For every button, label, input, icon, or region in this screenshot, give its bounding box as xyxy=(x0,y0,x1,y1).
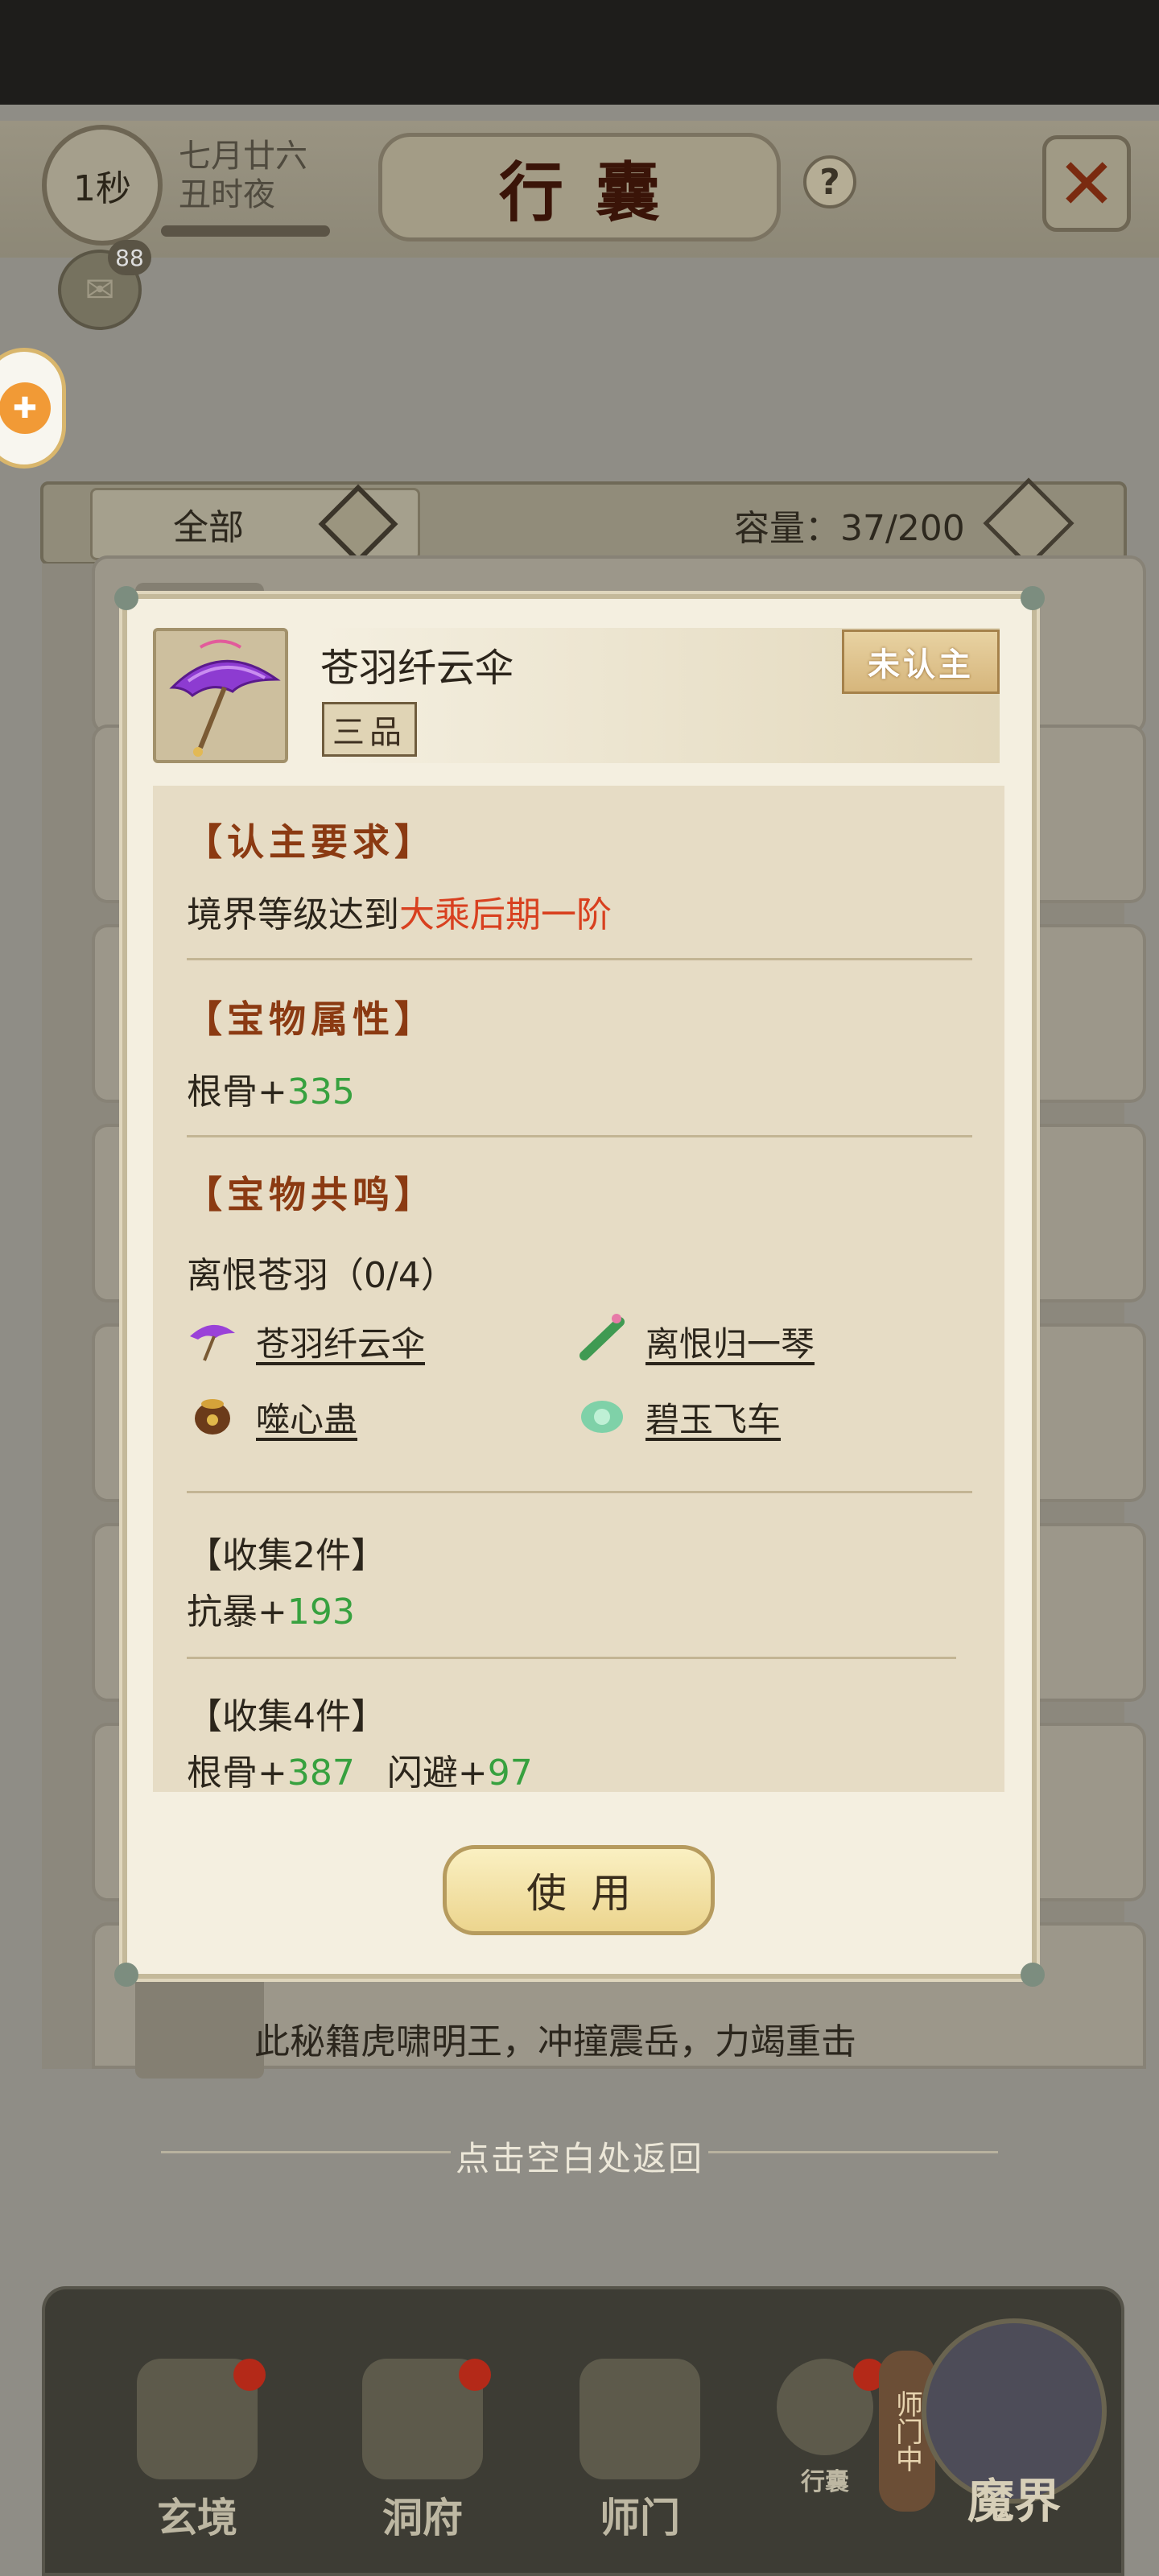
bonus4-value-1: 387 xyxy=(287,1752,355,1794)
corner-ornament xyxy=(114,586,138,610)
capacity-value: 37/200 xyxy=(840,508,965,549)
portal-mojie[interactable]: 魔界 xyxy=(909,2318,1119,2560)
bonus2-name: 抗暴+ xyxy=(187,1591,287,1633)
time-progress-bar xyxy=(161,225,330,237)
timer-clock[interactable]: 1秒 xyxy=(42,125,163,246)
floating-gamepad-button[interactable]: ✚ xyxy=(0,348,66,469)
attribute-name: 根骨+ xyxy=(187,1071,287,1113)
bonus4-name-2: 闪避+ xyxy=(386,1752,488,1794)
bonus4-line: 根骨+387 闪避+97 xyxy=(187,1744,533,1795)
set-item-link[interactable]: 碧玉飞车 xyxy=(645,1393,781,1442)
chat-badge: 88 xyxy=(108,240,151,275)
requirement-title: 【认主要求】 xyxy=(185,820,436,864)
nav-shimen[interactable]: 师门 xyxy=(563,2359,716,2568)
nav-label: 洞府 xyxy=(382,2494,463,2541)
set-item-link[interactable]: 离恨归一琴 xyxy=(645,1317,815,1366)
date-line-1: 七月廿六 xyxy=(179,138,307,175)
bonus4-value-2: 97 xyxy=(487,1752,533,1794)
page-title: 行囊 xyxy=(378,133,781,242)
requirement-prefix: 境界等级达到 xyxy=(187,894,399,935)
umbrella-icon xyxy=(153,628,288,763)
divider xyxy=(187,1135,972,1137)
portal-label: 魔界 xyxy=(967,2474,1061,2529)
gu-jar-icon xyxy=(195,1399,230,1435)
nav-dongfu[interactable]: 洞府 xyxy=(346,2359,499,2568)
requirement-value: 大乘后期一阶 xyxy=(399,894,612,935)
alert-dot xyxy=(233,2359,266,2391)
bonus4-name-1: 根骨+ xyxy=(187,1752,287,1794)
capacity-display: 容量：37/200 xyxy=(734,499,965,551)
date-line-2: 丑时夜 xyxy=(179,176,275,213)
item-name: 苍羽纤云伞 xyxy=(320,646,514,691)
use-button[interactable]: 使用 xyxy=(443,1845,715,1935)
jade-chariot-icon xyxy=(581,1401,623,1433)
grade-badge: 三品 xyxy=(322,702,417,757)
attributes-title: 【宝物属性】 xyxy=(185,997,436,1041)
set-item-link[interactable]: 苍羽纤云伞 xyxy=(256,1317,425,1366)
item-description: 此秘籍虎啸明王，冲撞震岳，力竭重击 xyxy=(254,2021,856,2062)
close-button[interactable]: ✕ xyxy=(1042,135,1131,232)
nav-label: 师门 xyxy=(600,2494,680,2541)
bonus2-value: 193 xyxy=(287,1591,355,1633)
divider xyxy=(187,958,972,960)
nav-label: 玄境 xyxy=(157,2494,237,2541)
resonance-title: 【宝物共鸣】 xyxy=(185,1173,436,1216)
capacity-label: 容量： xyxy=(734,508,840,549)
requirement-text: 境界等级达到大乘后期一阶 xyxy=(187,886,612,937)
divider xyxy=(187,1657,956,1659)
gamepad-icon: ✚ xyxy=(0,382,51,434)
umbrella-icon xyxy=(190,1324,235,1361)
corner-ornament xyxy=(114,1963,138,1987)
bonus4-title: 【收集4件】 xyxy=(187,1696,386,1737)
timer-text: 1秒 xyxy=(73,168,131,209)
corner-ornament xyxy=(1021,1963,1045,1987)
set-item-link[interactable]: 噬心蛊 xyxy=(256,1393,357,1442)
banner-icon xyxy=(580,2359,700,2479)
close-x-icon: ✕ xyxy=(1057,142,1116,225)
qin-instrument-icon xyxy=(580,1314,625,1360)
date-display: 七月廿六 丑时夜 xyxy=(179,137,307,214)
bonus2-title: 【收集2件】 xyxy=(187,1535,386,1576)
set-name: 离恨苍羽（0/4） xyxy=(187,1255,456,1296)
attribute-value: 335 xyxy=(287,1071,355,1113)
divider xyxy=(187,1491,972,1493)
attribute-line: 根骨+335 xyxy=(187,1063,355,1114)
corner-ornament xyxy=(1021,586,1045,610)
alert-dot xyxy=(459,2359,491,2391)
nav-xuanjing[interactable]: 玄境 xyxy=(121,2359,274,2568)
back-hint[interactable]: 点击空白处返回 xyxy=(0,2132,1159,2181)
help-icon[interactable]: ? xyxy=(803,155,856,208)
status-badge: 未认主 xyxy=(842,630,1000,694)
bonus2-line: 抗暴+193 xyxy=(187,1583,355,1634)
filter-selected: 全部 xyxy=(173,507,244,548)
